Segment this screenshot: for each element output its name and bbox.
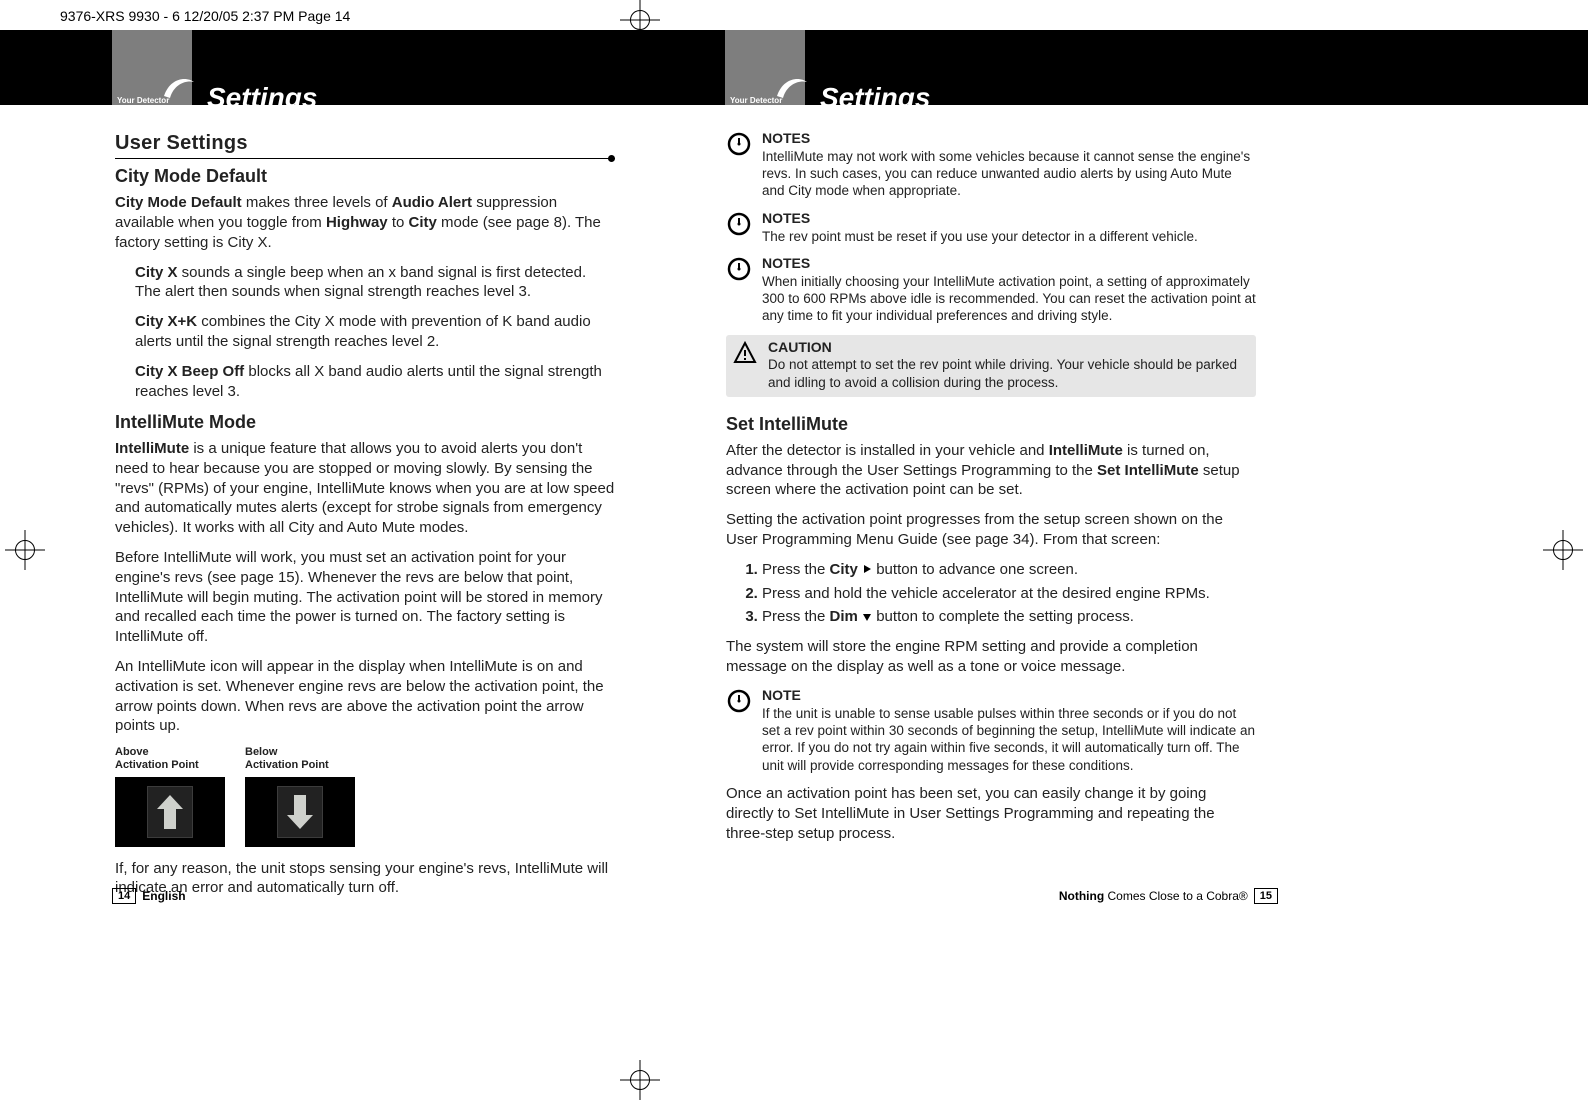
city-mode-default-text: City Mode Default makes three levels of …	[115, 193, 615, 252]
intellimute-p4: If, for any reason, the unit stops sensi…	[115, 859, 615, 899]
intellimute-mode-heading: IntelliMute Mode	[115, 411, 615, 435]
note-3-title: NOTES	[762, 255, 1256, 273]
step-3: Press the Dim button to complete the set…	[762, 607, 1256, 627]
footer-language: English	[142, 889, 185, 903]
note-3: NOTES When initially choosing your Intel…	[726, 255, 1256, 325]
footer-right: Nothing Comes Close to a Cobra® 15	[1059, 888, 1278, 904]
figure-below: BelowActivation Point	[245, 746, 355, 846]
caption-above: AboveActivation Point	[115, 746, 225, 772]
caution-body: Do not attempt to set the rev point whil…	[768, 356, 1250, 391]
registration-mark-left	[5, 530, 45, 570]
note-2: NOTES The rev point must be reset if you…	[726, 210, 1256, 245]
figure-above: AboveActivation Point	[115, 746, 225, 846]
lcd-below	[245, 777, 355, 847]
intellimute-p3: An IntelliMute icon will appear in the d…	[115, 657, 615, 736]
step-2: Press and hold the vehicle accelerator a…	[762, 584, 1256, 604]
footer-tagline: Nothing Comes Close to a Cobra®	[1059, 889, 1248, 903]
set-intellimute-p2: Setting the activation point progresses …	[726, 510, 1256, 550]
intellimute-p2: Before IntelliMute will work, you must s…	[115, 548, 615, 647]
city-x-text: City X sounds a single beep when an x ba…	[135, 263, 615, 303]
note-icon	[726, 689, 752, 715]
cobra-logo-icon-left	[160, 68, 196, 104]
note-icon	[726, 257, 752, 283]
print-job-line: 9376-XRS 9930 - 6 12/20/05 2:37 PM Page …	[60, 8, 350, 24]
page-number-right: 15	[1254, 888, 1278, 904]
note-1: NOTES IntelliMute may not work with some…	[726, 130, 1256, 200]
note-1-body: IntelliMute may not work with some vehic…	[762, 148, 1256, 200]
note-2-body: The rev point must be reset if you use y…	[762, 228, 1256, 245]
footer-left: 14 English	[112, 888, 186, 904]
left-column: User Settings City Mode Default City Mod…	[115, 130, 615, 908]
closing-paragraph: Once an activation point has been set, y…	[726, 784, 1256, 843]
note-4: NOTE If the unit is unable to sense usab…	[726, 687, 1256, 774]
note-3-body: When initially choosing your IntelliMute…	[762, 273, 1256, 325]
section-title-right: Settings	[820, 82, 930, 114]
caption-below: BelowActivation Point	[245, 746, 355, 772]
note-1-title: NOTES	[762, 130, 1256, 148]
page-spread: 9376-XRS 9930 - 6 12/20/05 2:37 PM Page …	[0, 0, 1588, 1100]
step-1: Press the City button to advance one scr…	[762, 560, 1256, 580]
registration-mark-top	[620, 0, 660, 40]
arrow-up-icon	[147, 786, 193, 838]
caution-block: CAUTION Do not attempt to set the rev po…	[726, 335, 1256, 397]
user-settings-heading: User Settings	[115, 130, 615, 156]
registration-mark-bottom	[620, 1060, 660, 1100]
intellimute-p1: IntelliMute is a unique feature that all…	[115, 439, 615, 538]
note-4-title: NOTE	[762, 687, 1256, 705]
note-icon	[726, 212, 752, 238]
right-column: NOTES IntelliMute may not work with some…	[726, 130, 1256, 853]
city-xk-text: City X+K combines the City X mode with p…	[135, 312, 615, 352]
lcd-figure-row: AboveActivation Point BelowActivation Po…	[115, 746, 615, 846]
note-icon	[726, 132, 752, 158]
set-intellimute-p3: The system will store the engine RPM set…	[726, 637, 1256, 677]
caution-icon	[732, 341, 758, 367]
caution-title: CAUTION	[768, 339, 1250, 357]
note-4-body: If the unit is unable to sense usable pu…	[762, 705, 1256, 774]
triangle-down-icon	[862, 608, 872, 628]
lcd-above	[115, 777, 225, 847]
set-intellimute-heading: Set IntelliMute	[726, 413, 1256, 437]
arrow-down-icon	[277, 786, 323, 838]
page-number-left: 14	[112, 888, 136, 904]
city-mode-default-heading: City Mode Default	[115, 165, 615, 189]
heading-rule	[115, 158, 615, 159]
cobra-logo-icon-right	[773, 68, 809, 104]
setup-steps: Press the City button to advance one scr…	[762, 560, 1256, 628]
section-title-left: Settings	[207, 82, 317, 114]
city-x-beep-off-text: City X Beep Off blocks all X band audio …	[135, 362, 615, 402]
triangle-right-icon	[862, 560, 872, 580]
set-intellimute-p1: After the detector is installed in your …	[726, 441, 1256, 500]
registration-mark-right	[1543, 530, 1583, 570]
note-2-title: NOTES	[762, 210, 1256, 228]
